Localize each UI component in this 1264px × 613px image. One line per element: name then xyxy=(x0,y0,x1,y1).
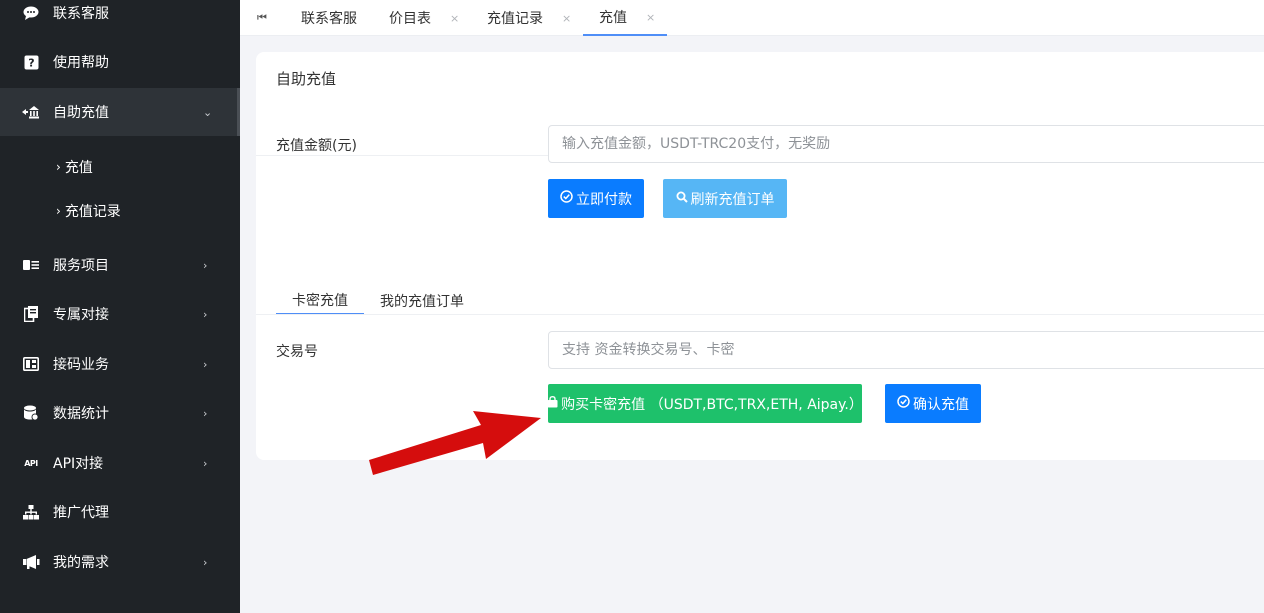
sidebar-item-label: 自助充值 xyxy=(53,105,109,121)
tab-label: 充值 xyxy=(599,10,627,26)
transaction-label: 交易号 xyxy=(276,344,318,360)
sitemap-icon xyxy=(22,503,40,521)
sidebar-item-label: 使用帮助 xyxy=(53,55,109,71)
sidebar: 联系客服 ? 使用帮助 自助充值 ⌄ › 充值 › 充值记录 服务项目 › 专属… xyxy=(0,0,240,613)
button-label: 刷新充值订单 xyxy=(690,191,775,208)
refresh-orders-button[interactable]: 刷新充值订单 xyxy=(663,179,787,218)
tab-recharge-records[interactable]: 充值记录 × xyxy=(487,0,571,36)
tab-price-list[interactable]: 价目表 × xyxy=(389,0,459,36)
sidebar-item-self-recharge[interactable]: 自助充值 ⌄ xyxy=(0,88,240,136)
tab-bar: ⏮ 联系客服 价目表 × 充值记录 × 充值 × xyxy=(240,0,1264,36)
chevron-down-icon: ⌄ xyxy=(203,105,213,119)
api-icon: API xyxy=(24,458,38,468)
button-label: 确认充值 xyxy=(913,396,969,413)
check-circle-icon xyxy=(560,190,573,207)
tab-my-recharge-orders[interactable]: 我的充值订单 xyxy=(380,286,464,316)
chevron-right-icon: › xyxy=(203,357,208,371)
sidebar-subitem-label: 充值记录 xyxy=(64,204,121,220)
svg-text:?: ? xyxy=(28,56,34,69)
sidebar-item-dedicated-integration[interactable]: 专属对接 › xyxy=(0,290,240,338)
subtab-label: 卡密充值 xyxy=(292,292,348,309)
sidebar-item-label: 推广代理 xyxy=(53,505,109,521)
subtab-label: 我的充值订单 xyxy=(380,294,464,310)
skip-back-icon[interactable]: ⏮ xyxy=(257,0,267,36)
divider xyxy=(256,314,1264,315)
sidebar-subitem-recharge[interactable]: › 充值 xyxy=(56,152,93,182)
sidebar-item-label: API对接 xyxy=(53,456,104,472)
tab-recharge[interactable]: 充值 × xyxy=(583,0,667,36)
sidebar-item-label: 接码业务 xyxy=(53,357,109,373)
chevron-right-icon: › xyxy=(203,555,208,569)
megaphone-icon xyxy=(22,553,40,571)
help-icon: ? xyxy=(22,53,40,71)
search-icon xyxy=(676,191,688,207)
document-icon xyxy=(22,305,40,323)
sidebar-item-statistics[interactable]: 数据统计 › xyxy=(0,389,240,437)
sidebar-item-label: 专属对接 xyxy=(53,307,109,323)
transaction-input[interactable] xyxy=(548,331,1264,369)
sidebar-item-api-integration[interactable]: API API对接 › xyxy=(0,439,240,487)
chevron-right-icon: › xyxy=(203,258,208,272)
sidebar-item-services[interactable]: 服务项目 › xyxy=(0,241,240,289)
card-title: 自助充值 xyxy=(276,70,337,88)
database-icon xyxy=(22,404,40,422)
chevron-right-icon: › xyxy=(56,160,61,174)
sidebar-item-help[interactable]: ? 使用帮助 xyxy=(0,38,240,86)
recharge-card: 自助充值 充值金额(元) 立即付款 刷新充值订单 卡密充值 我的充值订单 交易号… xyxy=(256,52,1264,460)
sidebar-item-label: 联系客服 xyxy=(53,6,109,22)
sidebar-item-sms-service[interactable]: 接码业务 › xyxy=(0,340,240,388)
bank-icon xyxy=(22,103,40,121)
pay-now-button[interactable]: 立即付款 xyxy=(548,179,644,218)
chevron-right-icon: › xyxy=(203,307,208,321)
sidebar-subitem-recharge-records[interactable]: › 充值记录 xyxy=(56,196,121,226)
tab-card-recharge[interactable]: 卡密充值 xyxy=(276,286,364,315)
sms-icon xyxy=(22,355,40,373)
sidebar-item-contact-support[interactable]: 联系客服 xyxy=(0,0,240,37)
sidebar-item-affiliate[interactable]: 推广代理 xyxy=(0,488,240,536)
buy-card-recharge-button[interactable]: 购买卡密充值 （USDT,BTC,TRX,ETH, Aipay.） xyxy=(547,384,863,423)
check-circle-icon xyxy=(897,395,910,412)
sidebar-subitem-label: 充值 xyxy=(64,160,93,176)
sidebar-item-label: 数据统计 xyxy=(53,406,109,422)
close-icon[interactable]: × xyxy=(646,11,655,24)
confirm-recharge-button[interactable]: 确认充值 xyxy=(885,384,981,423)
sidebar-item-label: 服务项目 xyxy=(53,258,109,274)
card-icon xyxy=(22,256,40,274)
close-icon[interactable]: × xyxy=(450,12,459,25)
amount-label: 充值金额(元) xyxy=(276,138,357,154)
close-icon[interactable]: × xyxy=(562,12,571,25)
sidebar-item-label: 我的需求 xyxy=(53,555,109,571)
shopping-bag-icon xyxy=(547,395,558,412)
chat-icon xyxy=(22,4,40,22)
chevron-right-icon: › xyxy=(203,456,208,470)
button-label: 立即付款 xyxy=(576,191,632,208)
tab-label: 充值记录 xyxy=(487,11,543,27)
amount-input[interactable] xyxy=(548,125,1264,163)
chevron-right-icon: › xyxy=(56,204,61,218)
tab-contact-support[interactable]: 联系客服 xyxy=(301,0,357,36)
chevron-right-icon: › xyxy=(203,406,208,420)
tab-label: 联系客服 xyxy=(301,11,357,27)
tab-label: 价目表 xyxy=(389,11,431,27)
button-label: 购买卡密充值 （USDT,BTC,TRX,ETH, Aipay.） xyxy=(561,396,863,413)
sidebar-item-my-requests[interactable]: 我的需求 › xyxy=(0,538,240,586)
